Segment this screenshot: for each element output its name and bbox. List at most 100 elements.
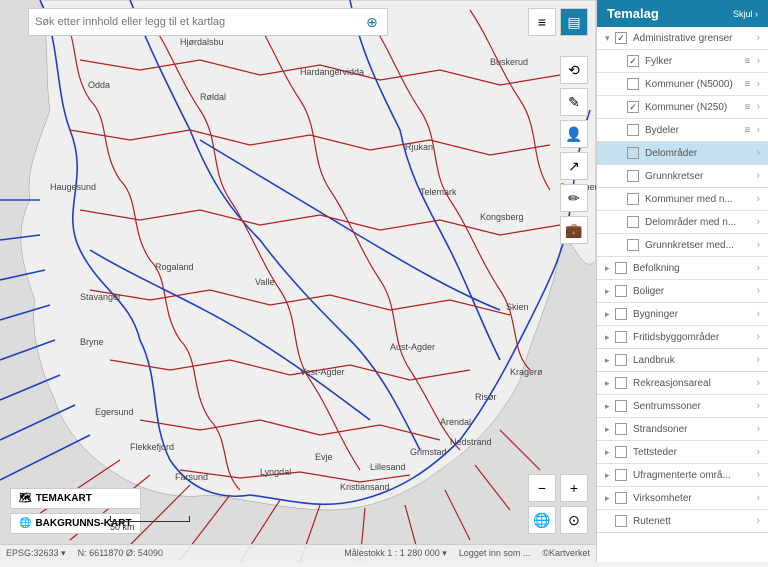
locate-button[interactable]: ⊙ xyxy=(560,506,588,534)
layer-checkbox[interactable] xyxy=(615,331,627,343)
layer-checkbox[interactable] xyxy=(615,285,627,297)
layer-checkbox[interactable] xyxy=(615,469,627,481)
search-icon[interactable]: ⊕ xyxy=(363,13,381,31)
layer-row[interactable]: ▸Rekreasjonsareal› xyxy=(597,372,768,395)
refresh-button[interactable]: ⟲ xyxy=(560,56,588,84)
briefcase-icon[interactable]: 💼 xyxy=(560,216,588,244)
layer-row[interactable]: Kommuner (N250)≡ › xyxy=(597,96,768,119)
map-label: Lillesand xyxy=(370,462,406,472)
scale-selector[interactable]: Målestokk 1 : 1 280 000 ▾ xyxy=(344,548,447,559)
layer-checkbox[interactable] xyxy=(627,101,639,113)
layer-row[interactable]: Delområder med n...› xyxy=(597,211,768,234)
layer-row[interactable]: ▸Sentrumssoner› xyxy=(597,395,768,418)
layer-row[interactable]: Rutenett› xyxy=(597,510,768,533)
layer-row[interactable]: ▾Administrative grenser› xyxy=(597,27,768,50)
layer-checkbox[interactable] xyxy=(627,55,639,67)
layer-row[interactable]: ▸Landbruk› xyxy=(597,349,768,372)
search-input[interactable] xyxy=(35,16,363,28)
layer-row[interactable]: ▸Fritidsbyggområder› xyxy=(597,326,768,349)
expand-icon[interactable]: ▸ xyxy=(605,263,615,274)
map-area[interactable]: HjørdalsbuHardangerviddaBuskerudOddaRøld… xyxy=(0,0,596,562)
layer-row[interactable]: Grunnkretser med...› xyxy=(597,234,768,257)
layer-row[interactable]: Kommuner med n...› xyxy=(597,188,768,211)
chevron-right-icon: › xyxy=(756,101,760,113)
layer-row[interactable]: ▸Strandsoner› xyxy=(597,418,768,441)
temakart-button[interactable]: 🗺 TEMAKART xyxy=(10,488,141,509)
share-icon[interactable]: ↗ xyxy=(560,152,588,180)
map-label: Lyngdal xyxy=(260,467,291,477)
layer-row[interactable]: Bydeler≡› xyxy=(597,119,768,142)
layer-checkbox[interactable] xyxy=(615,262,627,274)
layer-checkbox[interactable] xyxy=(627,170,639,182)
epsg-selector[interactable]: EPSG:32633 ▾ xyxy=(6,548,66,559)
layer-row[interactable]: ▸Ufragmenterte områ...› xyxy=(597,464,768,487)
layer-checkbox[interactable] xyxy=(615,354,627,366)
menu-button[interactable]: ≡ xyxy=(528,8,556,36)
user-icon[interactable]: 👤 xyxy=(560,120,588,148)
layer-label: Tettsteder xyxy=(633,447,756,458)
panel-hide-button[interactable]: Skjul › xyxy=(733,9,758,19)
map-canvas[interactable]: HjørdalsbuHardangerviddaBuskerudOddaRøld… xyxy=(0,0,596,562)
layer-checkbox[interactable] xyxy=(627,216,639,228)
expand-icon[interactable]: ▸ xyxy=(605,378,615,389)
layer-row[interactable]: Kommuner (N5000)≡› xyxy=(597,73,768,96)
chevron-right-icon: › xyxy=(756,32,760,44)
layers-toggle-button[interactable]: ▤ xyxy=(560,8,588,36)
map-label: Flekkefjord xyxy=(130,442,174,452)
layer-row[interactable]: ▸Virksomheter› xyxy=(597,487,768,510)
chevron-right-icon: › xyxy=(756,308,760,320)
attribution[interactable]: ©Kartverket xyxy=(542,548,590,559)
side-tools: ⟲ ✎ 👤 ↗ ✏ 💼 xyxy=(560,56,588,244)
layer-menu-icon[interactable]: ≡ xyxy=(744,102,750,113)
chevron-right-icon: › xyxy=(756,193,760,205)
expand-icon[interactable]: ▸ xyxy=(605,309,615,320)
layer-row[interactable]: Grunnkretser› xyxy=(597,165,768,188)
layer-checkbox[interactable] xyxy=(627,193,639,205)
layer-row[interactable]: Fylker≡› xyxy=(597,50,768,73)
layer-checkbox[interactable] xyxy=(615,32,627,44)
layer-label: Kommuner (N250) xyxy=(645,102,744,113)
globe-button[interactable]: 🌐 xyxy=(528,506,556,534)
layer-checkbox[interactable] xyxy=(627,147,639,159)
layer-checkbox[interactable] xyxy=(615,400,627,412)
expand-icon[interactable]: ▸ xyxy=(605,332,615,343)
map-icon: 🗺 xyxy=(19,493,32,504)
map-label: Odda xyxy=(88,80,110,90)
layer-row[interactable]: ▸Befolkning› xyxy=(597,257,768,280)
layer-menu-icon[interactable]: ≡ xyxy=(744,56,750,67)
brush-icon[interactable]: ✎ xyxy=(560,88,588,116)
layer-checkbox[interactable] xyxy=(615,492,627,504)
zoom-out-button[interactable]: − xyxy=(528,474,556,502)
layer-checkbox[interactable] xyxy=(627,239,639,251)
expand-icon[interactable]: ▸ xyxy=(605,470,615,481)
scale-bar: 50 km xyxy=(110,516,190,532)
edit-icon[interactable]: ✏ xyxy=(560,184,588,212)
layer-menu-icon[interactable]: ≡ xyxy=(744,125,750,136)
expand-icon[interactable]: ▸ xyxy=(605,355,615,366)
expand-icon[interactable]: ▸ xyxy=(605,447,615,458)
expand-icon[interactable]: ▸ xyxy=(605,424,615,435)
layer-checkbox[interactable] xyxy=(615,446,627,458)
expand-icon[interactable]: ▾ xyxy=(605,33,615,44)
layer-checkbox[interactable] xyxy=(615,423,627,435)
expand-icon[interactable]: ▸ xyxy=(605,286,615,297)
map-label: Røldal xyxy=(200,92,226,102)
layer-row[interactable]: ▸Tettsteder› xyxy=(597,441,768,464)
layer-checkbox[interactable] xyxy=(615,308,627,320)
layer-checkbox[interactable] xyxy=(627,124,639,136)
map-label: Evje xyxy=(315,452,333,462)
chevron-right-icon: › xyxy=(756,423,760,435)
layer-checkbox[interactable] xyxy=(615,377,627,389)
layer-row[interactable]: ▸Bygninger› xyxy=(597,303,768,326)
expand-icon[interactable]: ▸ xyxy=(605,493,615,504)
zoom-in-button[interactable]: + xyxy=(560,474,588,502)
layer-menu-icon[interactable]: ≡ xyxy=(744,79,750,90)
layer-row[interactable]: Delområder› xyxy=(597,142,768,165)
layer-checkbox[interactable] xyxy=(615,515,627,527)
layer-row[interactable]: ▸Boliger› xyxy=(597,280,768,303)
layer-label: Boliger xyxy=(633,286,756,297)
expand-icon[interactable]: ▸ xyxy=(605,401,615,412)
layer-checkbox[interactable] xyxy=(627,78,639,90)
temakart-label: TEMAKART xyxy=(36,493,92,504)
layer-label: Fritidsbyggområder xyxy=(633,332,756,343)
